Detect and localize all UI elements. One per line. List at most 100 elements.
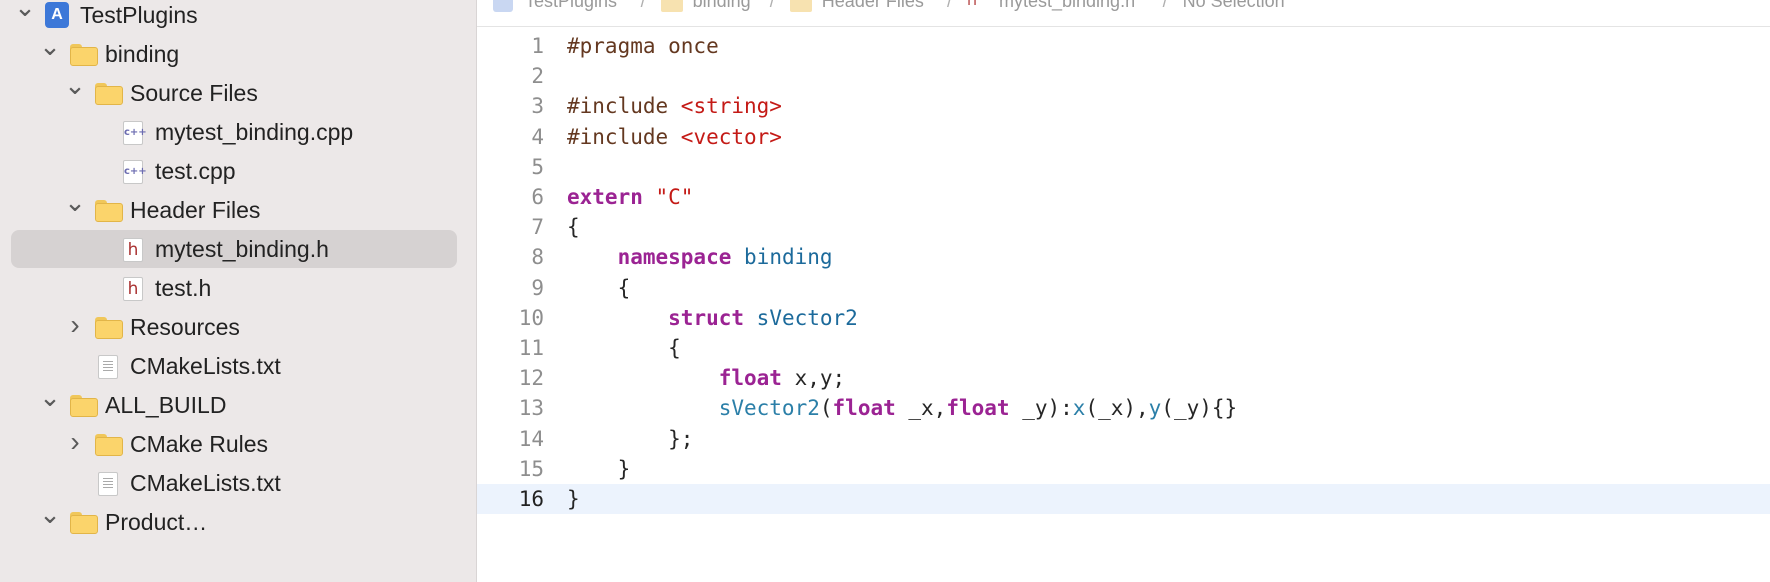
code-line[interactable]: 7{ (477, 212, 1770, 242)
line-number: 1 (531, 34, 544, 58)
breadcrumb-item[interactable]: binding (693, 0, 751, 10)
code-line[interactable]: 13 sVector2(float _x,float _y):x(_x),y(_… (477, 393, 1770, 423)
cpp-file-icon: c++ (123, 121, 147, 145)
breadcrumb: TestPlugins / binding / Header Files / h mytest… (477, 0, 1770, 27)
chevron-down-icon[interactable]: ⌄ (37, 384, 63, 424)
breadcrumb-item[interactable]: TestPlugins (525, 0, 617, 10)
code-line[interactable]: 2 (477, 61, 1770, 91)
code-line[interactable]: 3 #include <string> (477, 91, 1770, 121)
navigator-item[interactable]: CMakeLists.txt (0, 464, 476, 502)
code-token: (_y){} (1161, 396, 1238, 421)
code-text: namespace binding (567, 242, 833, 272)
chevron-down-icon[interactable]: ⌄ (37, 501, 63, 541)
code-line[interactable]: 1 #pragma once (477, 31, 1770, 61)
navigator-item[interactable]: ⌄ Product… (0, 501, 476, 541)
code-token: float (946, 396, 1010, 421)
navigator-item[interactable]: ⌄ Source Files (0, 72, 476, 112)
navigator-item[interactable]: ⌄ binding (0, 33, 476, 73)
navigator-item[interactable]: h mytest_binding.h (11, 230, 457, 268)
navigator-item[interactable]: h test.h (0, 269, 476, 307)
code-text: sVector2(float _x,float _y):x(_x),y(_y){… (567, 393, 1237, 423)
breadcrumb-separator: / (947, 0, 953, 11)
navigator-item-label: test.cpp (155, 158, 236, 184)
line-number: 9 (531, 275, 544, 300)
breadcrumb-item[interactable]: No Selection (1183, 0, 1285, 10)
code-editor[interactable]: 1 #pragma once 2 3 #include <string> 4 #includ… (477, 27, 1770, 582)
navigator-item-label: binding (105, 41, 180, 67)
code-token: y (1148, 396, 1162, 421)
chevron-down-icon[interactable]: ⌄ (62, 189, 88, 229)
code-token: x,y; (781, 366, 846, 391)
navigator-item[interactable]: c++ test.cpp (0, 152, 476, 190)
code-line[interactable]: 15 } (477, 454, 1770, 484)
navigator-item[interactable]: ⌄ A TestPlugins (0, 0, 476, 34)
line-number: 2 (531, 64, 544, 89)
file-type-glyph: h (127, 240, 139, 260)
line-number: 12 (518, 366, 544, 391)
code-token: } (567, 487, 580, 511)
breadcrumb-item[interactable]: Header Files (822, 0, 924, 10)
folder-icon (95, 200, 123, 222)
header-file-icon: h (123, 277, 143, 301)
code-line[interactable]: 6 extern "C" (477, 182, 1770, 212)
navigator-item-label: CMake Rules (130, 431, 269, 457)
code-line[interactable]: 9 { (477, 273, 1770, 303)
code-line[interactable]: 5 (477, 152, 1770, 182)
code-text: }; (567, 424, 693, 454)
chevron-right-icon[interactable]: › (62, 308, 88, 346)
chevron-right-icon[interactable]: › (62, 425, 88, 463)
chevron-down-icon[interactable]: ⌄ (62, 72, 88, 112)
line-number: 4 (531, 124, 544, 149)
navigator-item[interactable]: CMakeLists.txt (0, 347, 476, 385)
code-token: _x, (895, 396, 947, 421)
code-token: x (1072, 396, 1086, 421)
chevron-down-icon[interactable]: ⌄ (37, 33, 63, 73)
chevron-down-icon[interactable]: ⌄ (12, 0, 38, 34)
folder-icon (70, 395, 98, 417)
folder-icon (95, 434, 123, 456)
line-number: 13 (518, 396, 544, 421)
code-token: { (567, 215, 580, 240)
file-type-glyph: h (127, 279, 139, 299)
navigator-item-label: Product… (105, 509, 208, 535)
code-text: struct sVector2 (567, 303, 858, 333)
header-file-icon: h (967, 0, 977, 8)
breadcrumb-item[interactable]: mytest_binding.h (999, 0, 1135, 10)
navigator-item[interactable]: › Resources (0, 308, 476, 346)
navigator-item[interactable]: ⌄ Header Files (0, 189, 476, 229)
code-line[interactable]: 11 { (477, 333, 1770, 363)
code-line[interactable]: 14 }; (477, 424, 1770, 454)
line-number: 14 (518, 426, 544, 451)
code-line[interactable]: 10 struct sVector2 (477, 303, 1770, 333)
project-navigator: ⌄ A TestPlugins ⌄ binding ⌄ Source Files c++ myt… (0, 0, 476, 582)
code-token: <vector> (680, 124, 782, 149)
code-token: struct (668, 305, 745, 330)
navigator-item[interactable]: ⌄ ALL_BUILD (0, 384, 476, 424)
file-type-glyph: c++ (124, 166, 147, 177)
code-line[interactable]: 12 float x,y; (477, 363, 1770, 393)
code-token: #pragma once (567, 34, 719, 58)
line-number: 15 (518, 456, 544, 481)
code-line[interactable]: 16} (477, 484, 1770, 514)
code-token: #include (567, 124, 681, 149)
code-token: float (832, 396, 896, 421)
navigator-item-label: Header Files (130, 197, 261, 223)
line-number: 10 (518, 305, 544, 330)
code-text: { (567, 212, 580, 242)
code-token: #include (567, 94, 681, 119)
breadcrumb-separator: / (769, 0, 775, 11)
code-line[interactable]: 8 namespace binding (477, 242, 1770, 272)
navigator-item[interactable]: › CMake Rules (0, 425, 476, 463)
code-token: "C" (655, 185, 694, 209)
folder-icon (95, 83, 123, 105)
folder-icon (660, 0, 683, 12)
code-line[interactable]: 4 #include <vector> (477, 122, 1770, 152)
navigator-item-label: TestPlugins (80, 2, 198, 28)
navigator-item[interactable]: c++ mytest_binding.cpp (0, 113, 476, 151)
code-token: (_x), (1085, 396, 1149, 421)
code-token: namespace (617, 245, 732, 270)
